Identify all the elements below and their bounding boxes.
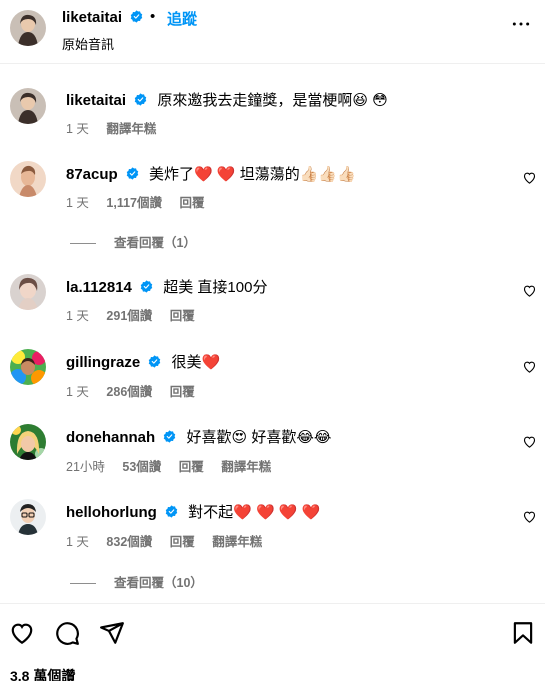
comment-line: 87acup 美炸了❤️ ❤️ 坦蕩蕩的👍🏻👍🏻👍🏻	[66, 163, 356, 184]
comment-time[interactable]: 1 天	[66, 196, 89, 210]
comment-meta: 1 天 1,117個讚 回覆	[66, 192, 219, 211]
replies-divider	[70, 583, 96, 585]
commenter-avatar[interactable]	[10, 424, 46, 460]
comment-likes[interactable]: 291個讚	[106, 309, 152, 323]
reply-button[interactable]: 回覆	[170, 309, 195, 323]
commenter-username[interactable]: liketaitai	[66, 92, 126, 109]
verified-badge-icon	[130, 10, 143, 23]
original-audio-link[interactable]: 原始音訊	[62, 34, 114, 53]
commenter-avatar[interactable]	[10, 274, 46, 310]
comment-meta: 1 天 291個讚 回覆	[66, 305, 209, 324]
comment-text: 對不起❤️ ❤️ ❤️ ❤️	[188, 504, 321, 521]
commenter-avatar[interactable]	[10, 499, 46, 535]
more-options-icon[interactable]	[511, 14, 531, 34]
footer-divider	[0, 603, 545, 604]
share-icon[interactable]	[99, 620, 125, 646]
translate-link[interactable]: 翻譯年糕	[221, 460, 271, 474]
reply-button[interactable]: 回覆	[179, 460, 204, 474]
comment-time[interactable]: 1 天	[66, 535, 89, 549]
comment-text: 原來邀我去走鐘獎，是當梗啊😆 😳	[157, 92, 388, 109]
comment-time[interactable]: 21小時	[66, 460, 105, 474]
heart-icon[interactable]	[522, 283, 537, 298]
comment-time[interactable]: 1 天	[66, 309, 89, 323]
comment-text: 很美❤️	[171, 354, 221, 371]
comment-meta: 1 天 翻譯年糕	[66, 118, 170, 137]
comment-likes[interactable]: 53個讚	[122, 460, 161, 474]
verified-badge-icon	[149, 355, 161, 368]
commenter-avatar[interactable]	[10, 349, 46, 385]
view-replies-button[interactable]: 查看回覆（1）	[70, 232, 196, 251]
comment-text: 美炸了❤️ ❤️ 坦蕩蕩的👍🏻👍🏻👍🏻	[149, 166, 356, 183]
heart-icon[interactable]	[522, 170, 537, 185]
comment-line: gillingraze 很美❤️	[66, 351, 220, 372]
comment-text: 超美 直接100分	[163, 279, 268, 296]
author-username-row[interactable]: liketaitai	[62, 9, 143, 26]
reply-button[interactable]: 回覆	[180, 196, 205, 210]
verified-badge-icon	[140, 280, 153, 293]
heart-icon[interactable]	[522, 434, 537, 449]
post-likes-count[interactable]: 3.8 萬個讚	[10, 666, 75, 681]
author-avatar[interactable]	[10, 10, 46, 46]
bookmark-icon[interactable]	[510, 620, 536, 646]
view-replies-label[interactable]: 查看回覆（1）	[114, 236, 196, 250]
commenter-username[interactable]: 87acup	[66, 166, 118, 183]
commenter-avatar[interactable]	[10, 161, 46, 197]
comment-text: 好喜歡😍 好喜歡😂😂	[186, 429, 332, 446]
comment-line: hellohorlung 對不起❤️ ❤️ ❤️ ❤️	[66, 501, 320, 522]
verified-badge-icon	[134, 93, 147, 106]
comment-line: la.112814 超美 直接100分	[66, 276, 267, 297]
author-username[interactable]: liketaitai	[62, 9, 122, 26]
commenter-username[interactable]: hellohorlung	[66, 504, 157, 521]
translate-link[interactable]: 翻譯年糕	[106, 122, 156, 136]
comment-line: liketaitai 原來邀我去走鐘獎，是當梗啊😆 😳	[66, 89, 388, 110]
heart-icon[interactable]	[9, 620, 35, 646]
view-replies-button[interactable]: 查看回覆（10）	[70, 572, 203, 591]
reply-button[interactable]: 回覆	[170, 385, 195, 399]
comment-likes[interactable]: 286個讚	[106, 385, 152, 399]
comment-time[interactable]: 1 天	[66, 385, 89, 399]
commenter-username[interactable]: donehannah	[66, 429, 155, 446]
separator-dot: •	[150, 8, 156, 25]
comment-line: donehannah 好喜歡😍 好喜歡😂😂	[66, 426, 331, 447]
replies-divider	[70, 243, 96, 245]
verified-badge-icon	[126, 167, 139, 180]
heart-icon[interactable]	[522, 509, 537, 524]
translate-link[interactable]: 翻譯年糕	[212, 535, 262, 549]
heart-icon[interactable]	[522, 359, 537, 374]
view-replies-label[interactable]: 查看回覆（10）	[114, 576, 203, 590]
comment-meta: 1 天 286個讚 回覆	[66, 381, 209, 400]
comment-time[interactable]: 1 天	[66, 122, 89, 136]
follow-button[interactable]: 追蹤	[167, 8, 197, 29]
post-header: liketaitai • 追蹤 原始音訊	[0, 0, 545, 64]
comment-likes[interactable]: 1,117個讚	[106, 196, 162, 210]
commenter-avatar[interactable]	[10, 88, 46, 124]
commenter-username[interactable]: gillingraze	[66, 354, 140, 371]
verified-badge-icon	[165, 505, 178, 518]
reply-button[interactable]: 回覆	[170, 535, 195, 549]
comment-meta: 1 天 832個讚 回覆 翻譯年糕	[66, 531, 276, 550]
comment-likes[interactable]: 832個讚	[106, 535, 152, 549]
comment-icon[interactable]	[54, 620, 80, 646]
comment-meta: 21小時 53個讚 回覆 翻譯年糕	[66, 456, 285, 475]
verified-badge-icon	[164, 430, 176, 443]
commenter-username[interactable]: la.112814	[66, 279, 132, 296]
